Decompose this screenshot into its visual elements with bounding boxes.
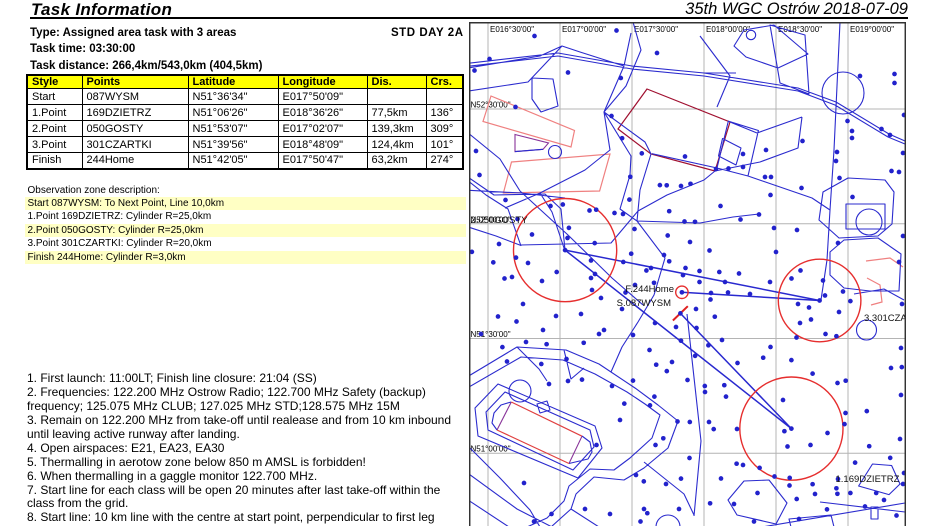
svg-text:N51°30'00": N51°30'00" <box>471 330 511 339</box>
svg-text:E017°00'00": E017°00'00" <box>562 25 606 34</box>
svg-text:3.301CZARTKI: 3.301CZARTKI <box>864 313 906 324</box>
svg-text:2.050GOSTY: 2.050GOSTY <box>471 215 529 226</box>
svg-text:E019°00'00": E019°00'00" <box>850 25 894 34</box>
svg-text:E017°30'00": E017°30'00" <box>634 25 678 34</box>
svg-text:S.087WYSM: S.087WYSM <box>617 298 671 309</box>
svg-text:E016°30'00": E016°30'00" <box>490 25 534 34</box>
svg-text:E018°00'00": E018°00'00" <box>706 25 750 34</box>
svg-text:F.244Home: F.244Home <box>625 284 674 295</box>
svg-text:N51°00'00": N51°00'00" <box>471 445 511 454</box>
svg-text:1.169DZIETRZ: 1.169DZIETRZ <box>836 474 900 485</box>
